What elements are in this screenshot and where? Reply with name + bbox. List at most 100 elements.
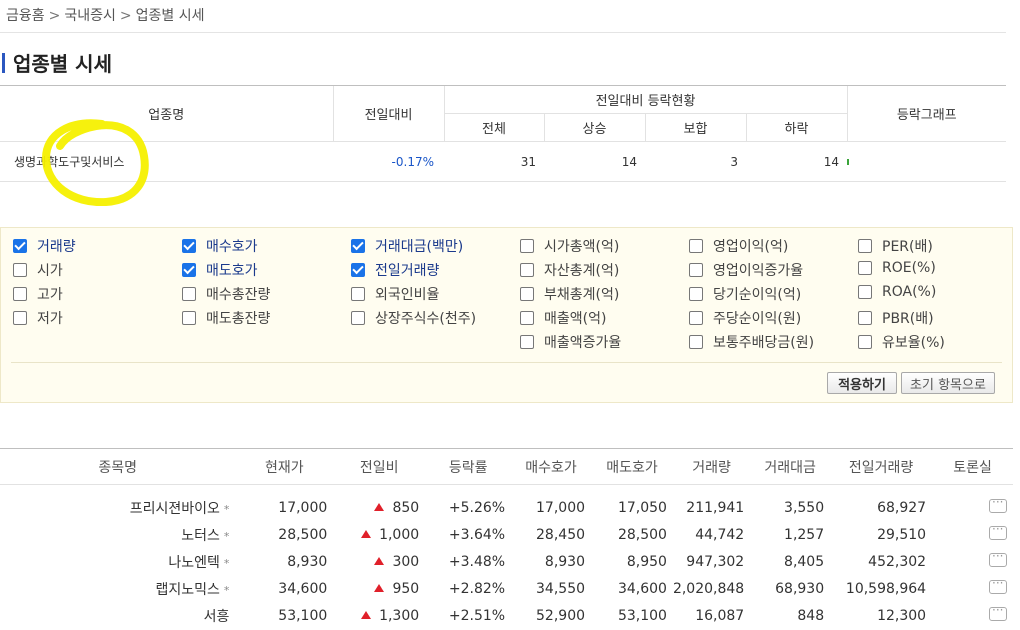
stock-name-link[interactable]: 랩지노믹스 <box>156 582 220 598</box>
option-label: PBR(배) <box>882 311 934 327</box>
chevron-right-icon: > <box>119 8 132 24</box>
reset-button[interactable]: 초기 항목으로 <box>901 372 995 394</box>
checkbox-checked-icon[interactable] <box>351 239 365 253</box>
option-checkbox[interactable]: 저가 <box>13 308 63 328</box>
speech-bubble-icon[interactable] <box>989 495 1007 514</box>
divider <box>0 32 1006 33</box>
option-checkbox[interactable]: 자산총계(억) <box>520 260 619 280</box>
speech-bubble-icon[interactable] <box>989 576 1007 594</box>
checkbox-unchecked-icon[interactable] <box>858 261 872 275</box>
checkbox-unchecked-icon[interactable] <box>858 285 872 299</box>
option-checkbox[interactable]: 전일거래량 <box>351 260 439 280</box>
stock-name-link[interactable]: 노터스 <box>181 528 220 544</box>
option-checkbox[interactable]: 매수총잔량 <box>182 284 270 304</box>
checkbox-unchecked-icon[interactable] <box>689 311 703 325</box>
stock-prev-volume: 10,598,964 <box>845 581 927 597</box>
option-checkbox[interactable]: 매출액증가율 <box>520 332 621 352</box>
option-checkbox[interactable]: 외국인비율 <box>351 284 439 304</box>
option-checkbox[interactable]: 거래량 <box>13 236 76 256</box>
stock-table: 종목명 현재가 전일비 등락률 매수호가 매도호가 거래량 거래대금 전일거래량 토론실 프리시젼… <box>0 448 1013 630</box>
stock-name-link[interactable]: 나노엔텍 <box>168 555 220 571</box>
breadcrumb-domestic-market[interactable]: 국내증시 <box>64 8 116 24</box>
stock-ask: 34,600 <box>617 581 667 597</box>
option-checkbox[interactable]: PBR(배) <box>858 308 934 328</box>
speech-bubble-icon[interactable] <box>989 549 1007 567</box>
option-checkbox[interactable]: 매수호가 <box>182 236 258 256</box>
option-checkbox[interactable]: 상장주식수(천주) <box>351 308 476 328</box>
stock-diff-cell: 300 <box>333 549 425 576</box>
stock-prev-volume: 68,927 <box>877 500 927 517</box>
checkbox-unchecked-icon[interactable] <box>520 311 534 325</box>
checkbox-unchecked-icon[interactable] <box>520 239 534 253</box>
checkbox-unchecked-icon[interactable] <box>182 311 196 325</box>
breadcrumb-finance-home[interactable]: 금융홈 <box>6 8 45 24</box>
option-checkbox[interactable]: 매도호가 <box>182 260 258 280</box>
option-checkbox[interactable]: 주당순이익(원) <box>689 308 801 328</box>
checkbox-unchecked-icon[interactable] <box>858 311 872 325</box>
option-checkbox[interactable]: 거래대금(백만) <box>351 236 463 256</box>
checkbox-unchecked-icon[interactable] <box>689 335 703 349</box>
checkbox-unchecked-icon[interactable] <box>520 287 534 301</box>
checkbox-checked-icon[interactable] <box>182 239 196 253</box>
stock-name-link[interactable]: 서흥 <box>204 609 230 625</box>
option-label: 외국인비율 <box>375 287 440 303</box>
checkbox-unchecked-icon[interactable] <box>520 263 534 277</box>
checkbox-unchecked-icon[interactable] <box>689 263 703 277</box>
checkbox-unchecked-icon[interactable] <box>13 311 27 325</box>
checkbox-unchecked-icon[interactable] <box>13 287 27 301</box>
speech-bubble-icon[interactable] <box>989 603 1007 621</box>
up-triangle-icon <box>374 584 385 592</box>
option-checkbox[interactable]: PER(배) <box>858 236 933 256</box>
option-checkbox[interactable]: 매출액(억) <box>520 308 606 328</box>
option-checkbox[interactable]: 당기순이익(억) <box>689 284 801 304</box>
sector-name-header: 업종명 <box>0 85 333 142</box>
sector-name[interactable]: 생명과학도구및서비스 <box>0 141 333 182</box>
option-checkbox[interactable]: 영업이익(억) <box>689 236 788 256</box>
sector-row: 생명과학도구및서비스 -0.17% 31 14 3 14 <box>0 141 1006 182</box>
checkbox-unchecked-icon[interactable] <box>858 335 872 349</box>
checkbox-unchecked-icon[interactable] <box>520 335 534 349</box>
option-checkbox[interactable]: 매도총잔량 <box>182 308 270 328</box>
option-label: 매도총잔량 <box>206 311 271 327</box>
option-checkbox[interactable]: 시가 <box>13 260 63 280</box>
sector-rise-header: 상승 <box>543 113 645 142</box>
apply-button[interactable]: 적용하기 <box>827 372 897 394</box>
option-checkbox[interactable]: 유보율(%) <box>858 332 945 352</box>
checkbox-unchecked-icon[interactable] <box>13 263 27 277</box>
checkbox-checked-icon[interactable] <box>13 239 27 253</box>
stock-name-link[interactable]: 프리시젼바이오 <box>130 501 220 517</box>
stock-diff-cell: 850 <box>333 485 425 522</box>
stock-bid: 28,450 <box>536 527 586 543</box>
stock-amount: 68,930 <box>775 581 825 597</box>
stock-bid: 34,550 <box>536 581 586 597</box>
option-label: 매수총잔량 <box>206 287 271 303</box>
option-checkbox[interactable]: ROA(%) <box>858 284 936 300</box>
option-checkbox[interactable]: 영업이익증가율 <box>689 260 803 280</box>
stock-column-header: 거래량 <box>672 448 751 485</box>
checkbox-unchecked-icon[interactable] <box>689 239 703 253</box>
stock-star: * <box>223 530 230 543</box>
option-checkbox[interactable]: 시가총액(억) <box>520 236 619 256</box>
option-checkbox[interactable]: 보통주배당금(원) <box>689 332 814 352</box>
option-checkbox[interactable]: ROE(%) <box>858 260 936 276</box>
checkbox-checked-icon[interactable] <box>182 263 196 277</box>
checkbox-checked-icon[interactable] <box>351 263 365 277</box>
stock-column-header: 전일거래량 <box>830 448 933 485</box>
stock-column-header: 토론실 <box>932 448 1013 485</box>
column-options-panel: 적용하기 초기 항목으로 거래량 매수호가 거래대금(백만) 시가총액(억) 영업이익(… <box>0 227 1013 403</box>
stock-star: * <box>223 557 230 570</box>
checkbox-unchecked-icon[interactable] <box>689 287 703 301</box>
stock-ask: 8,950 <box>626 554 667 570</box>
stock-ask: 53,100 <box>617 608 667 624</box>
checkbox-unchecked-icon[interactable] <box>182 287 196 301</box>
option-checkbox[interactable]: 부채총계(억) <box>520 284 619 304</box>
stock-diff-cell: 1,300 <box>333 603 425 630</box>
stock-rate: +3.64% <box>448 527 506 543</box>
up-triangle-icon <box>374 503 385 512</box>
speech-bubble-icon[interactable] <box>989 522 1007 540</box>
checkbox-unchecked-icon[interactable] <box>858 239 872 253</box>
checkbox-unchecked-icon[interactable] <box>351 287 365 301</box>
option-checkbox[interactable]: 고가 <box>13 284 63 304</box>
checkbox-unchecked-icon[interactable] <box>351 311 365 325</box>
option-label: 당기순이익(억) <box>713 287 802 303</box>
